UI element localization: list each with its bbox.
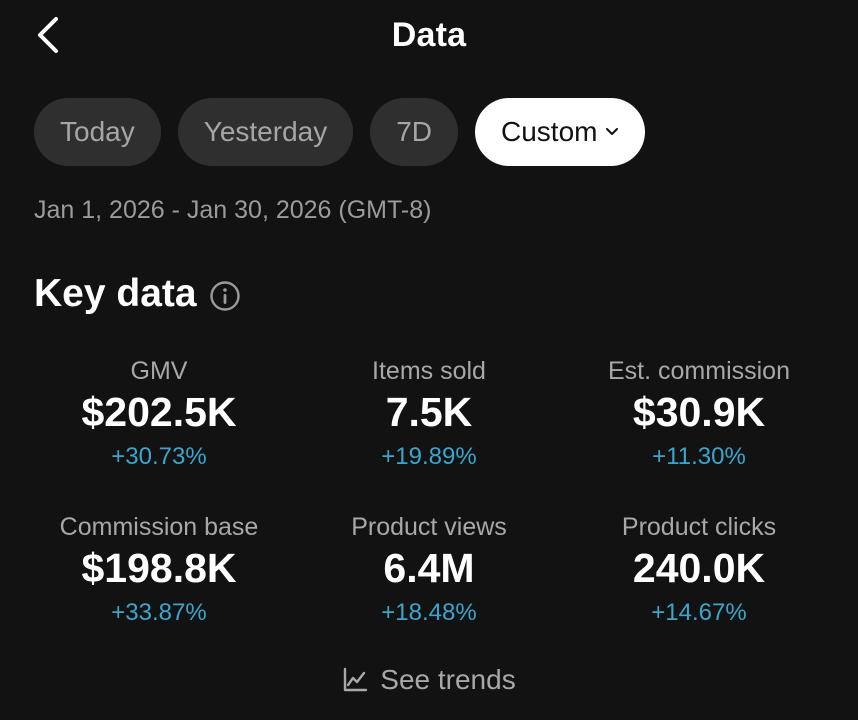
metric-change: +18.48% <box>381 599 477 626</box>
metric-commission-base: Commission base $198.8K +33.87% <box>24 510 294 666</box>
tab-label: Yesterday <box>203 116 328 147</box>
data-screen: Data Today Yesterday 7D Custom Jan 1, 20… <box>0 0 858 720</box>
metric-value: 240.0K <box>632 545 766 591</box>
tab-today[interactable]: Today <box>34 98 161 166</box>
metric-value: 6.4M <box>383 545 475 591</box>
metric-value: $30.9K <box>632 389 766 435</box>
metric-change: +33.87% <box>111 599 207 626</box>
date-range-text: Jan 1, 2026 - Jan 30, 2026 (GMT-8) <box>34 196 432 224</box>
metric-change: +19.89% <box>381 443 477 470</box>
metric-items-sold: Items sold 7.5K +19.89% <box>294 354 564 510</box>
metric-value: $198.8K <box>81 545 237 591</box>
key-data-heading: Key data <box>34 272 241 316</box>
tab-yesterday[interactable]: Yesterday <box>177 98 354 166</box>
section-title: Key data <box>34 272 197 315</box>
metric-est-commission: Est. commission $30.9K +11.30% <box>564 354 834 510</box>
see-trends-button[interactable]: See trends <box>0 664 858 696</box>
metric-change: +11.30% <box>652 443 746 470</box>
metrics-grid: GMV $202.5K +30.73% Items sold 7.5K +19.… <box>24 354 834 666</box>
metric-product-views: Product views 6.4M +18.48% <box>294 510 564 666</box>
metric-change: +14.67% <box>651 599 747 626</box>
metric-label: Est. commission <box>608 357 790 385</box>
tab-label: Custom <box>501 116 598 147</box>
info-circle-icon[interactable] <box>209 280 241 312</box>
metric-label: Commission base <box>59 513 259 541</box>
metrics-row: GMV $202.5K +30.73% Items sold 7.5K +19.… <box>24 354 834 510</box>
metric-gmv: GMV $202.5K +30.73% <box>24 354 294 510</box>
tab-custom[interactable]: Custom <box>475 98 646 166</box>
header: Data <box>0 0 858 72</box>
page-title: Data <box>391 16 467 54</box>
tab-label: Today <box>60 116 135 147</box>
metrics-row: Commission base $198.8K +33.87% Product … <box>24 510 834 666</box>
tab-label: 7D <box>396 116 433 147</box>
see-trends-label: See trends <box>380 664 516 695</box>
metric-product-clicks: Product clicks 240.0K +14.67% <box>564 510 834 666</box>
metric-label: Product clicks <box>621 513 777 541</box>
metric-label: Product views <box>351 513 507 541</box>
trend-chart-icon <box>344 667 368 692</box>
metric-value: 7.5K <box>385 389 473 435</box>
metric-change: +30.73% <box>111 443 207 470</box>
metric-label: Items sold <box>372 357 486 385</box>
chevron-down-icon <box>605 127 619 137</box>
metric-value: $202.5K <box>81 389 237 435</box>
metric-label: GMV <box>130 357 188 385</box>
tab-7d[interactable]: 7D <box>370 98 459 166</box>
date-filter-tabs: Today Yesterday 7D Custom <box>34 98 646 166</box>
